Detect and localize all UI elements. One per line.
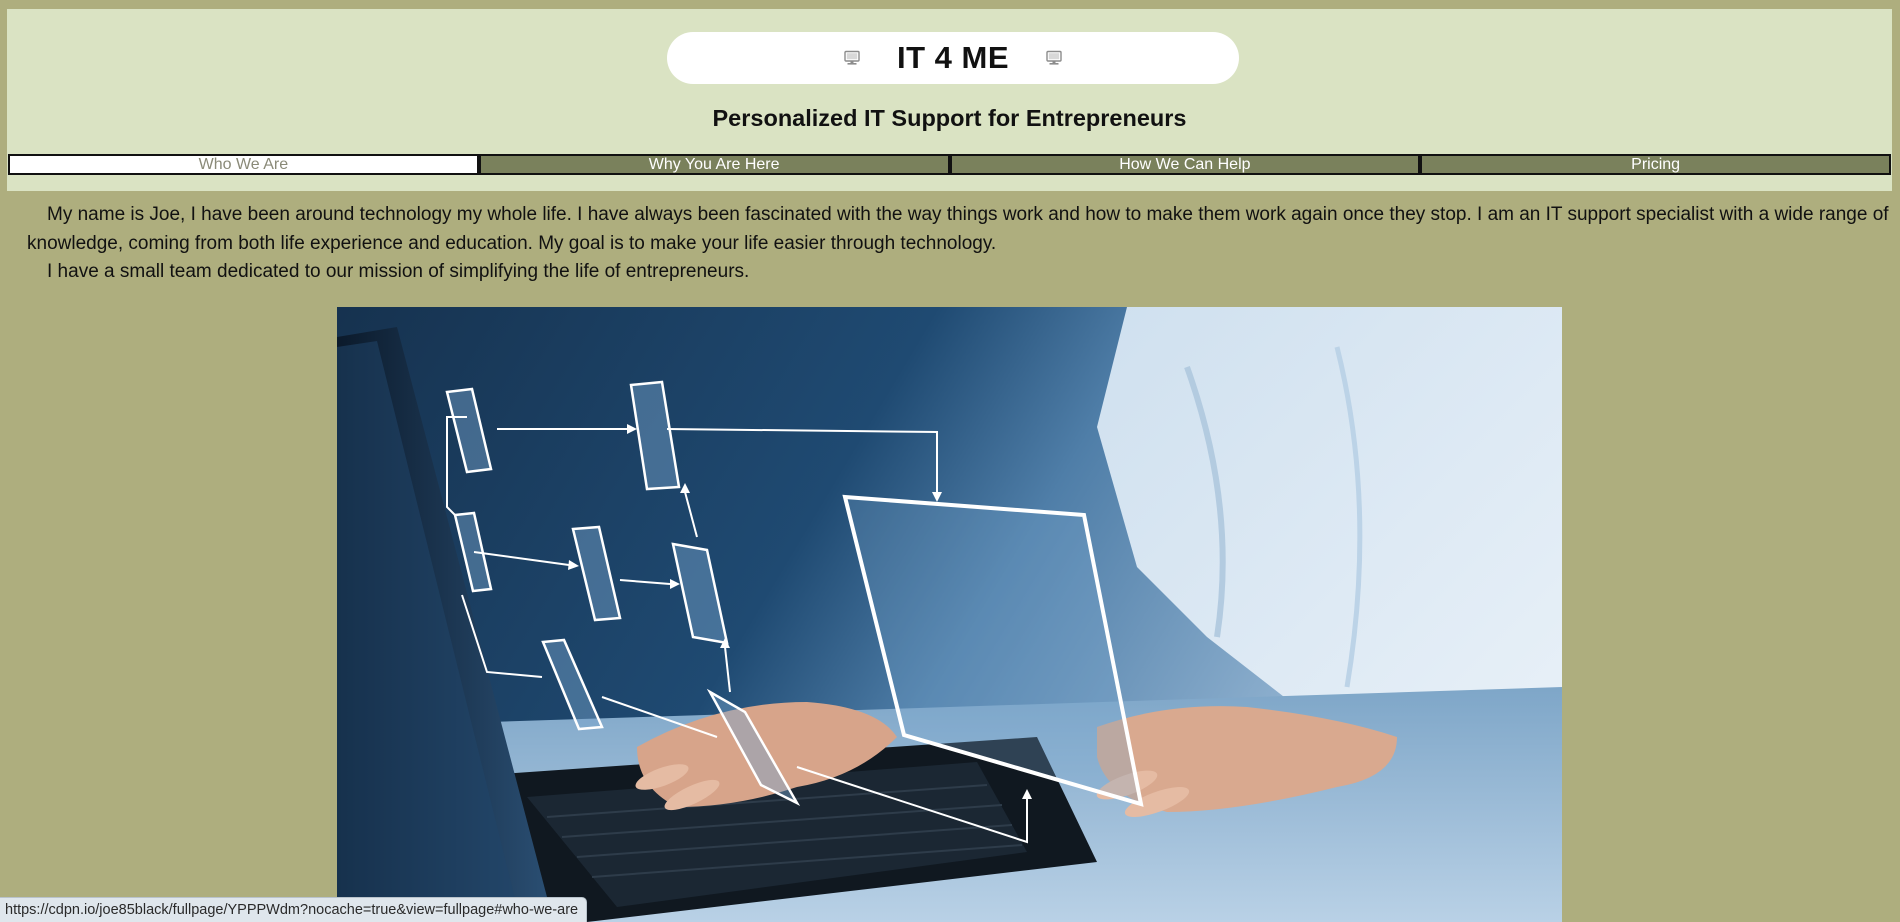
page: IT 4 ME Personalized IT Support for Entr… — [0, 0, 1900, 922]
tab-who-we-are[interactable]: Who We Are — [8, 154, 479, 175]
intro-paragraph: My name is Joe, I have been around techn… — [27, 204, 1889, 254]
main-nav: Who We Are Why You Are Here How We Can H… — [8, 154, 1891, 175]
intro-paragraph: I have a small team dedicated to our mis… — [47, 261, 750, 282]
hero-image — [337, 307, 1562, 922]
logo-banner: IT 4 ME — [667, 32, 1239, 84]
tab-how-we-can-help[interactable]: How We Can Help — [949, 154, 1421, 175]
intro-section: My name is Joe, I have been around techn… — [27, 201, 1890, 287]
status-bar-url: https://cdpn.io/joe85black/fullpage/YPPP… — [0, 897, 588, 922]
laptop-flowchart-photo — [337, 307, 1562, 922]
site-title: IT 4 ME — [896, 40, 1009, 75]
computer-icon — [844, 50, 860, 65]
tab-why-you-are-here[interactable]: Why You Are Here — [478, 154, 950, 175]
computer-icon — [1046, 50, 1062, 65]
tab-pricing[interactable]: Pricing — [1420, 154, 1891, 175]
site-header: IT 4 ME Personalized IT Support for Entr… — [7, 9, 1892, 191]
site-tagline: Personalized IT Support for Entrepreneur… — [712, 105, 1187, 131]
